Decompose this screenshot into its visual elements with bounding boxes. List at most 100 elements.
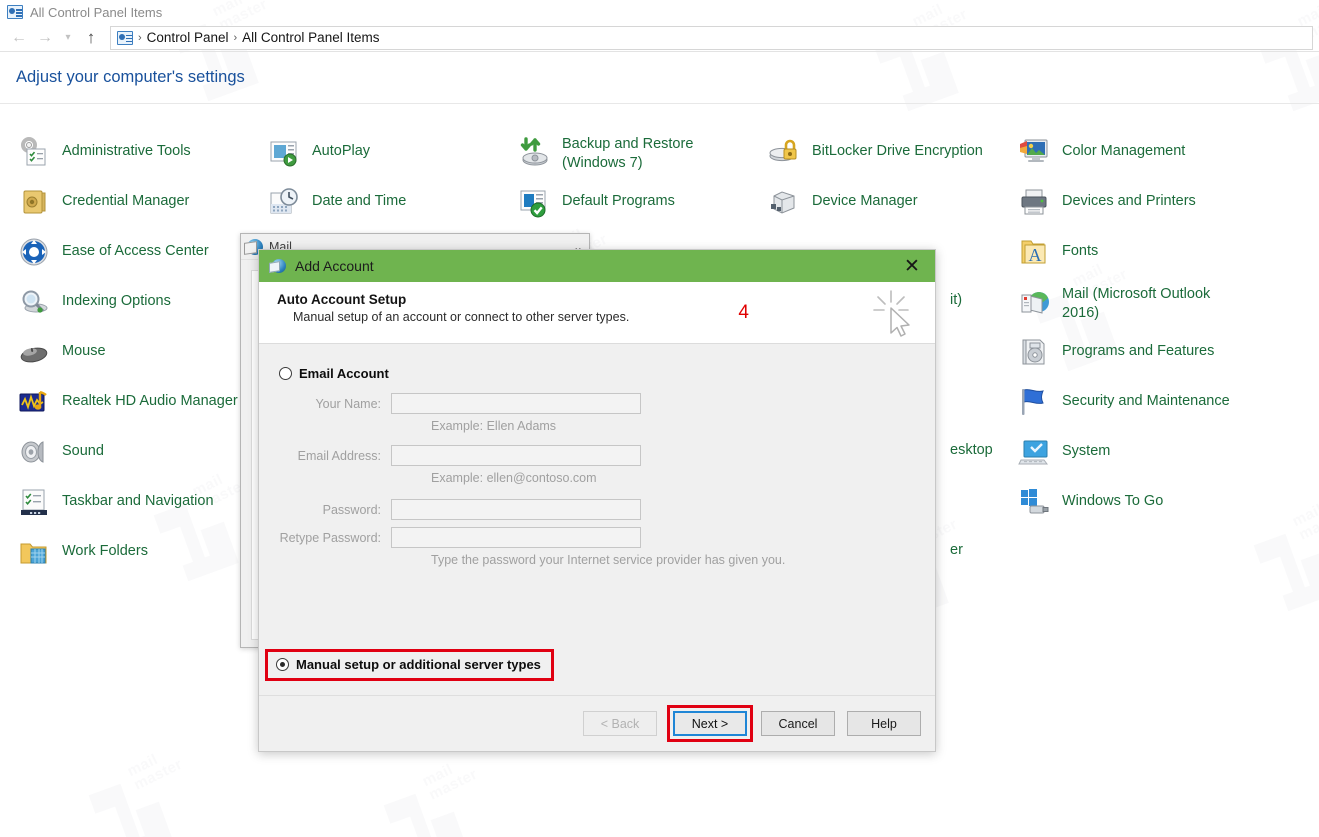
cp-item-backup-and-restore[interactable]: Backup and Restore (Windows 7) xyxy=(518,135,768,185)
cp-item-label: Mail (Microsoft Outlook 2016) xyxy=(1062,286,1211,321)
cp-item-devices-and-printers[interactable]: Devices and Printers xyxy=(1018,185,1298,235)
cp-item-autoplay[interactable]: AutoPlay xyxy=(268,135,508,185)
cp-item-system[interactable]: System xyxy=(1018,435,1298,485)
cp-item-label: Fonts xyxy=(1062,243,1099,259)
cp-item-indexing-options[interactable]: Indexing Options xyxy=(18,285,258,335)
windows-to-go-icon xyxy=(1018,486,1050,518)
email-address-input[interactable] xyxy=(391,445,641,466)
email-address-hint: Example: ellen@contoso.com xyxy=(431,471,597,485)
cp-item-label: Credential Manager xyxy=(62,193,190,209)
svg-text:A: A xyxy=(1029,245,1042,265)
recent-locations-button[interactable]: ▾ xyxy=(58,26,78,50)
date-time-icon xyxy=(268,186,300,218)
cp-item-label: Administrative Tools xyxy=(62,143,191,159)
control-panel-icon xyxy=(117,30,133,45)
cp-item-mail-outlook[interactable]: Mail (Microsoft Outlook 2016) xyxy=(1018,285,1298,335)
cp-item-windows-to-go[interactable]: Windows To Go xyxy=(1018,485,1298,535)
back-button[interactable]: < Back xyxy=(583,711,657,736)
back-button[interactable]: ← xyxy=(6,26,32,50)
default-programs-icon xyxy=(518,186,550,218)
cp-item-sound[interactable]: Sound xyxy=(18,435,258,485)
cp-item-label: Sound xyxy=(62,443,104,459)
up-button[interactable]: ↑ xyxy=(78,26,104,50)
cp-item-credential-manager[interactable]: Credential Manager xyxy=(18,185,258,235)
autoplay-icon xyxy=(268,136,300,168)
color-management-icon xyxy=(1018,136,1050,168)
cp-item-label: AutoPlay xyxy=(312,143,371,159)
indexing-options-icon xyxy=(18,286,50,318)
system-icon xyxy=(1018,436,1050,468)
manual-setup-radio[interactable] xyxy=(276,658,289,671)
cp-item-ease-of-access-center[interactable]: Ease of Access Center xyxy=(18,235,258,285)
cp-item-work-folders[interactable]: Work Folders xyxy=(18,535,258,585)
manual-setup-radio-row[interactable]: Manual setup or additional server types xyxy=(276,657,541,672)
next-button[interactable]: Next > xyxy=(673,711,747,736)
close-icon[interactable]: ✕ xyxy=(895,251,929,281)
devices-printers-icon xyxy=(1018,186,1050,218)
cp-item-color-management[interactable]: Color Management xyxy=(1018,135,1298,185)
dialog-header-title: Auto Account Setup xyxy=(277,292,407,307)
cp-item-label: Windows To Go xyxy=(1062,493,1164,509)
cp-item-fonts[interactable]: A Fonts xyxy=(1018,235,1298,285)
dialog-titlebar: Add Account ✕ xyxy=(259,250,935,282)
your-name-input[interactable] xyxy=(391,393,641,414)
cp-column-1: Administrative Tools Credential Manager xyxy=(18,135,258,585)
password-input[interactable] xyxy=(391,499,641,520)
mouse-icon xyxy=(18,336,50,368)
email-account-radio-label: Email Account xyxy=(299,366,389,381)
click-cursor-icon xyxy=(865,288,917,340)
add-account-icon xyxy=(269,258,286,275)
device-manager-icon xyxy=(768,186,800,218)
cp-item-label: Default Programs xyxy=(562,193,675,209)
add-account-dialog: Add Account ✕ Auto Account Setup Manual … xyxy=(258,249,936,752)
navigation-toolbar: ← → ▾ ↑ › Control Panel › All Control Pa… xyxy=(0,24,1319,52)
forward-button[interactable]: → xyxy=(32,26,58,50)
cp-item-realtek-hd-audio-manager[interactable]: Realtek HD Audio Manager xyxy=(18,385,258,435)
address-bar[interactable]: › Control Panel › All Control Panel Item… xyxy=(110,25,1313,50)
window-titlebar: All Control Panel Items xyxy=(0,0,1319,24)
help-button[interactable]: Help xyxy=(847,711,921,736)
bitlocker-icon xyxy=(768,136,800,168)
credential-manager-icon xyxy=(18,186,50,218)
dialog-footer: < Back Next > Cancel Help xyxy=(259,695,935,751)
cp-item-taskbar-and-navigation[interactable]: Taskbar and Navigation xyxy=(18,485,258,535)
cp-item-device-manager[interactable]: Device Manager xyxy=(768,185,1018,235)
cp-item-mouse[interactable]: Mouse xyxy=(18,335,258,385)
cp-item-administrative-tools[interactable]: Administrative Tools xyxy=(18,135,258,185)
your-name-row: Your Name: xyxy=(279,393,935,414)
email-account-radio[interactable] xyxy=(279,367,292,380)
cp-item-security-and-maintenance[interactable]: Security and Maintenance xyxy=(1018,385,1298,435)
breadcrumb-all-items[interactable]: All Control Panel Items xyxy=(242,30,379,45)
cp-item-date-and-time[interactable]: Date and Time xyxy=(268,185,508,235)
sound-icon xyxy=(18,436,50,468)
cp-item-programs-and-features[interactable]: Programs and Features xyxy=(1018,335,1298,385)
realtek-audio-icon xyxy=(18,386,50,418)
your-name-label: Your Name: xyxy=(315,396,381,411)
retype-password-row: Retype Password: xyxy=(279,527,935,548)
email-address-row: Email Address: xyxy=(279,445,935,466)
page-heading-bar: Adjust your computer's settings xyxy=(0,52,1319,104)
mail-icon xyxy=(1018,286,1050,318)
retype-password-input[interactable] xyxy=(391,527,641,548)
programs-features-icon xyxy=(1018,336,1050,368)
email-account-radio-row[interactable]: Email Account xyxy=(279,366,935,381)
step-number-annotation: 4 xyxy=(738,302,749,323)
window-title: All Control Panel Items xyxy=(30,4,163,20)
manual-setup-label: Manual setup or additional server types xyxy=(296,657,541,672)
cp-item-default-programs[interactable]: Default Programs xyxy=(518,185,768,235)
cp-item-label: System xyxy=(1062,443,1111,459)
password-row: Password: xyxy=(279,499,935,520)
breadcrumb-separator: › xyxy=(138,31,142,44)
administrative-tools-icon xyxy=(18,136,50,168)
taskbar-navigation-icon xyxy=(18,486,50,518)
cp-item-label: Color Management xyxy=(1062,143,1186,159)
page-title: Adjust your computer's settings xyxy=(16,68,245,86)
security-maintenance-icon xyxy=(1018,386,1050,418)
dialog-header: Auto Account Setup Manual setup of an ac… xyxy=(259,282,935,344)
cancel-button[interactable]: Cancel xyxy=(761,711,835,736)
breadcrumb-control-panel[interactable]: Control Panel xyxy=(147,30,229,45)
cp-item-label: Security and Maintenance xyxy=(1062,393,1230,409)
cp-item-bitlocker-drive-encryption[interactable]: BitLocker Drive Encryption xyxy=(768,135,1018,185)
control-panel-icon xyxy=(7,5,23,19)
cp-item-label: Taskbar and Navigation xyxy=(62,493,214,509)
